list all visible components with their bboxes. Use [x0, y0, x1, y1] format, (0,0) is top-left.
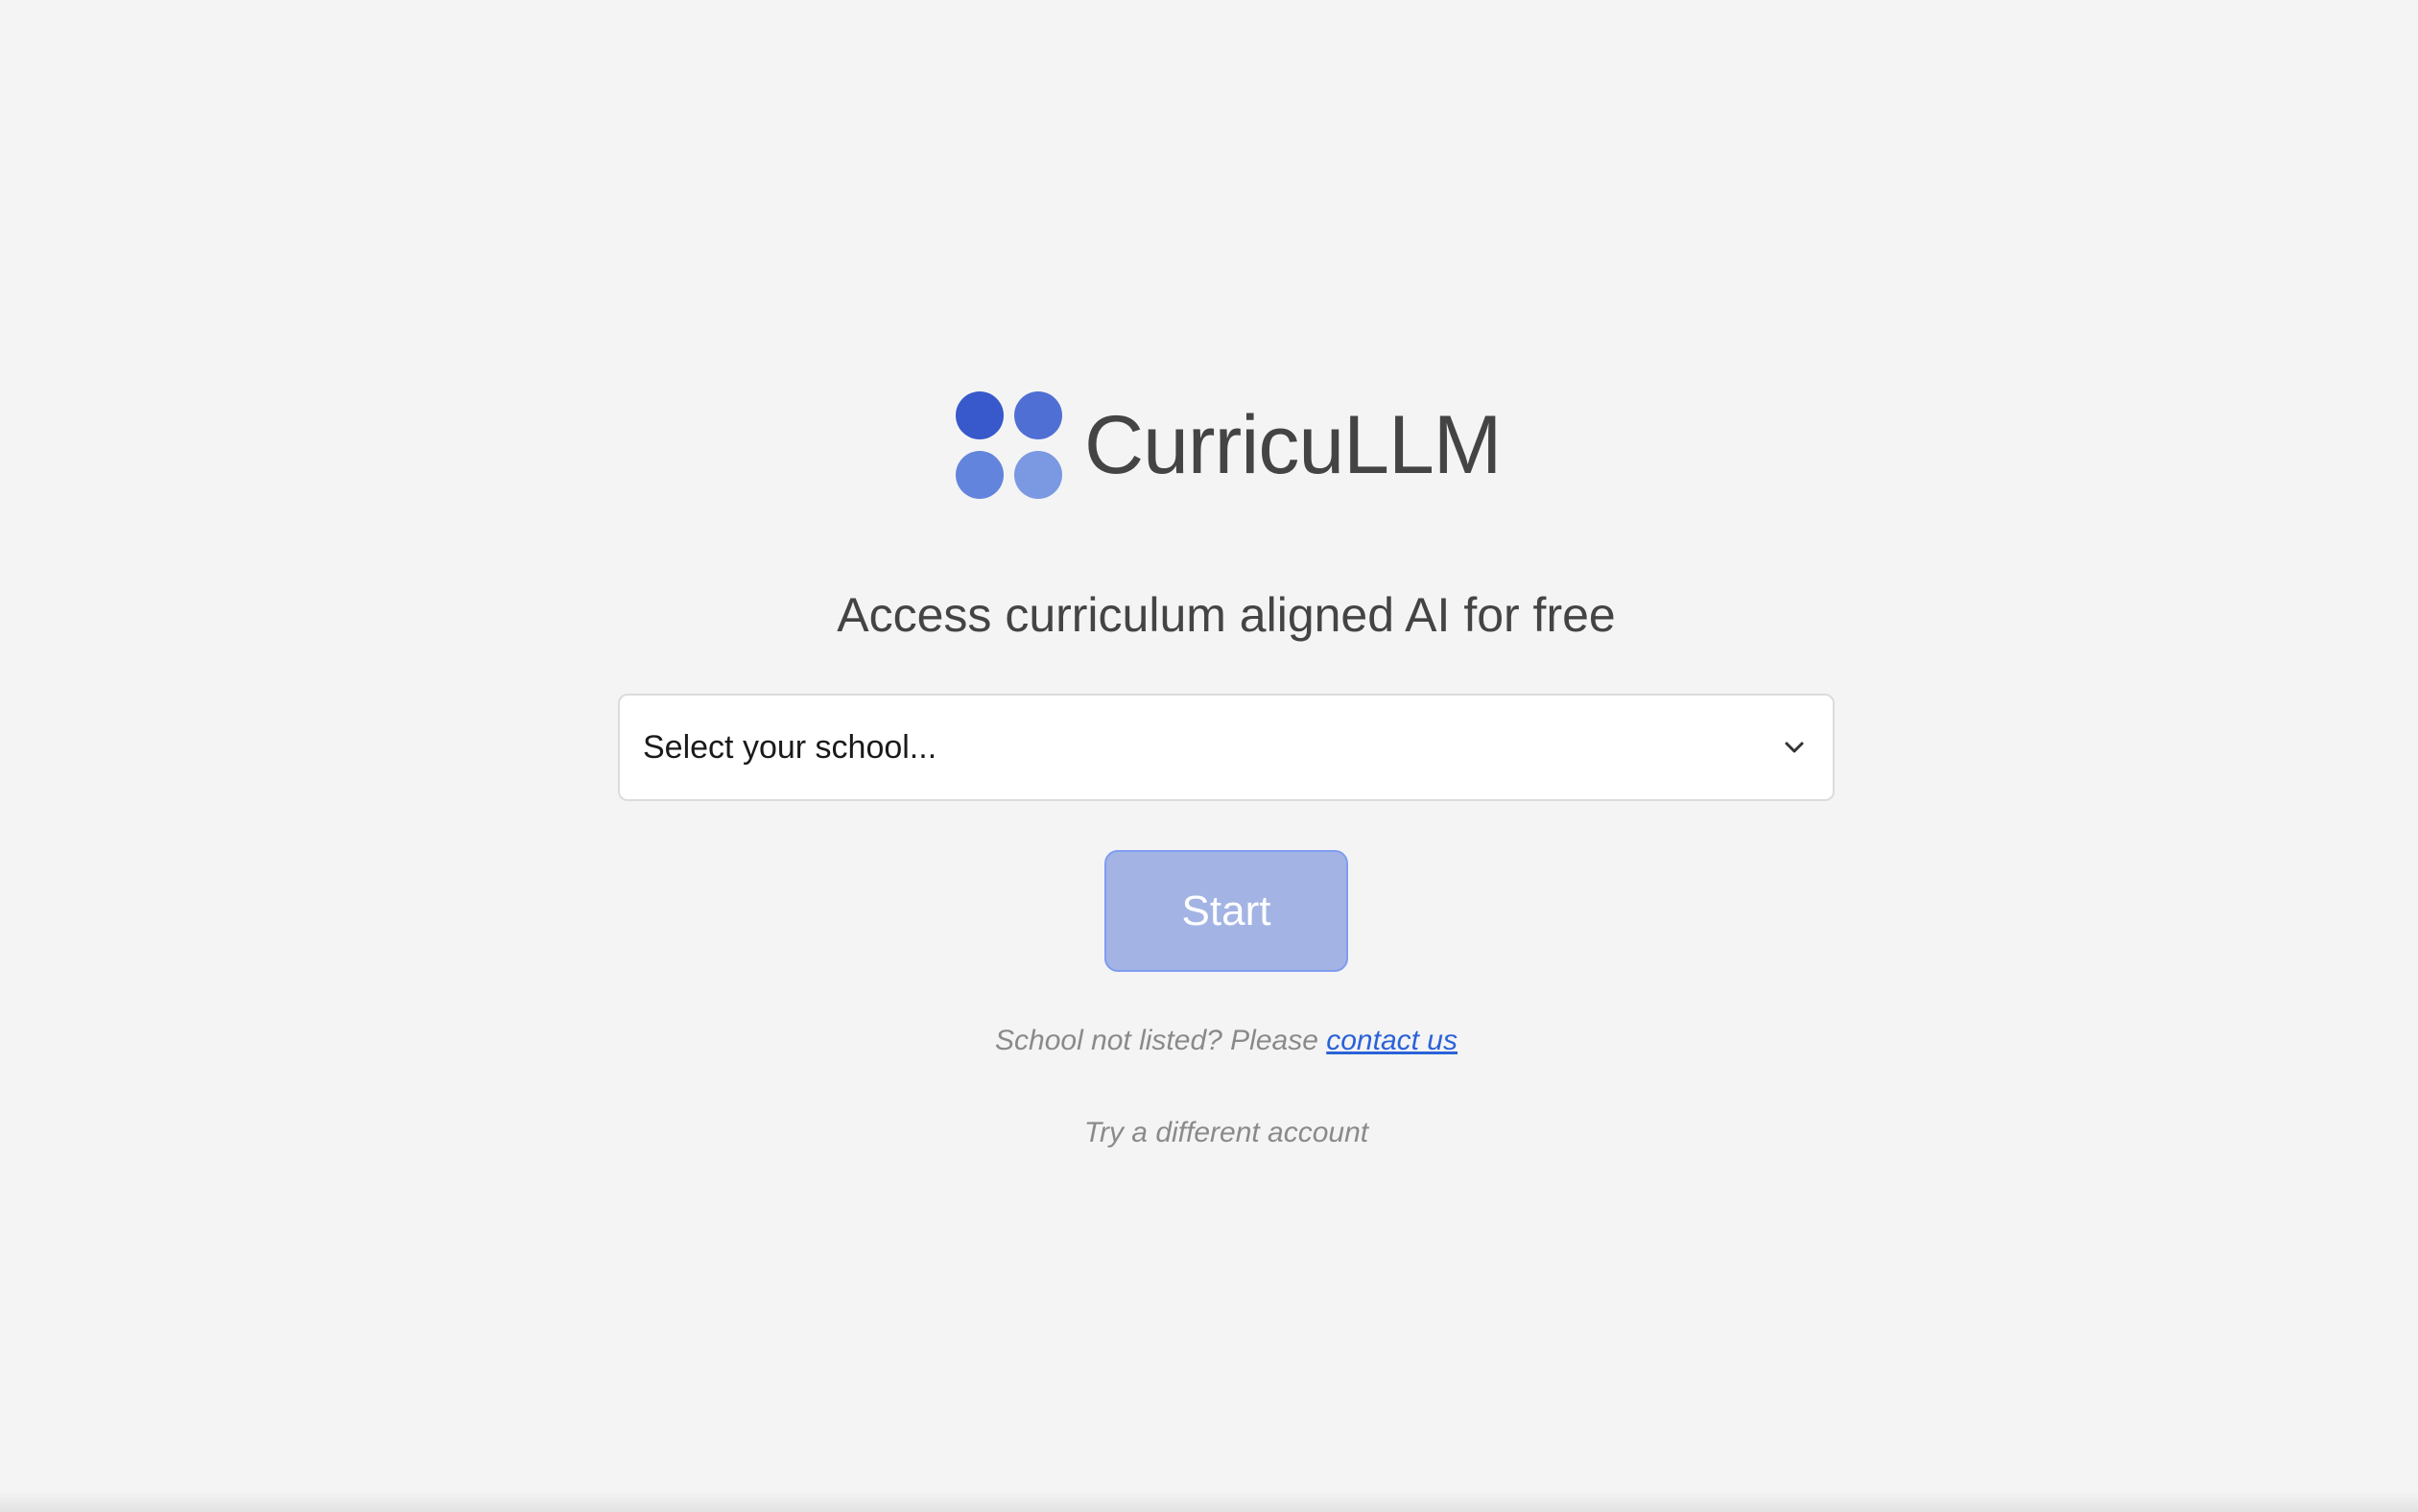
school-not-listed-label: School not listed? Please [995, 1025, 1327, 1056]
school-not-listed-text: School not listed? Please contact us [0, 1025, 2418, 1057]
brand-logo: CurricuLLM [956, 390, 1502, 501]
brand-name: CurricuLLM [1084, 399, 1502, 491]
start-button[interactable]: Start [1104, 850, 1348, 972]
logo-dots-icon [956, 391, 1063, 499]
chevron-down-icon [1781, 734, 1808, 761]
logo-dot [1014, 391, 1062, 439]
logo-dot [1014, 451, 1062, 499]
bottom-shadow [0, 1491, 2418, 1512]
page-title: Access curriculum aligned AI for free [837, 588, 1616, 642]
logo-dot [956, 391, 1004, 439]
school-select-value: Select your school... [643, 728, 937, 766]
try-different-account-link[interactable]: Try a different account [0, 1117, 2418, 1149]
logo-dot [956, 451, 1004, 499]
school-select[interactable]: Select your school... [618, 694, 1835, 801]
contact-us-link[interactable]: contact us [1326, 1025, 1458, 1056]
